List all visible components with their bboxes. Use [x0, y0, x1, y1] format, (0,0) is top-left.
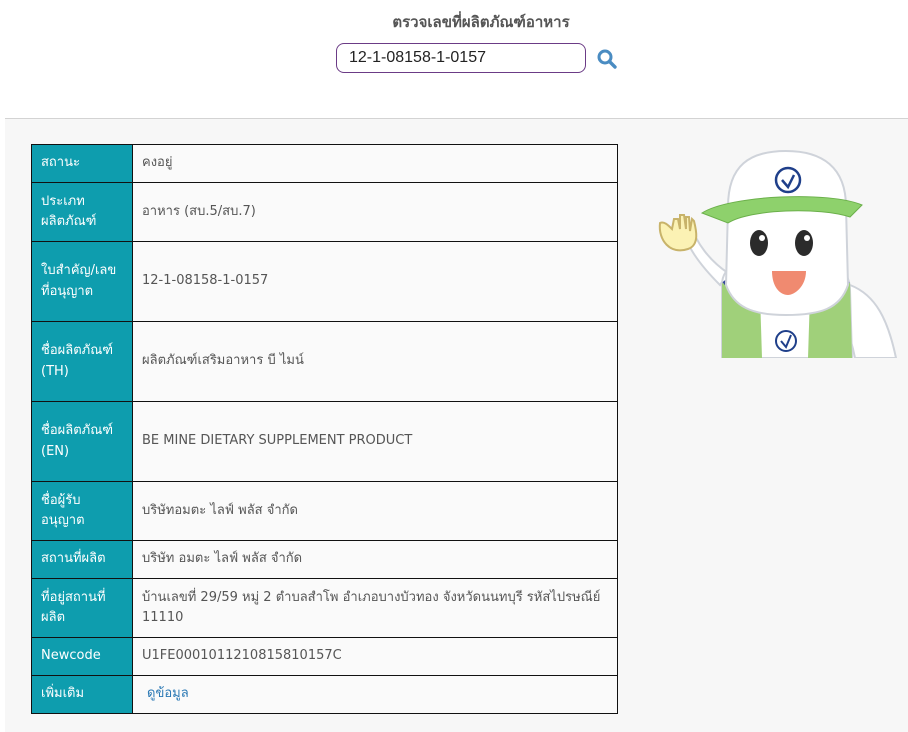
row-label-licensee: ชื่อผู้รับอนุญาต [31, 481, 133, 541]
product-info-table: สถานะ คงอยู่ ประเภทผลิตภัณฑ์ อาหาร (สบ.5… [31, 144, 618, 714]
search-icon[interactable] [595, 48, 619, 70]
row-value-address: บ้านเลขที่ 29/59 หมู่ 2 ตำบลสำโพ อำเภอบา… [132, 578, 618, 638]
row-value-manufacturer: บริษัท อมตะ ไลฟ์ พลัส จำกัด [132, 540, 618, 579]
row-label-name-en: ชื่อผลิตภัณฑ์ (EN) [31, 401, 133, 482]
row-value-type: อาหาร (สบ.5/สบ.7) [132, 182, 618, 242]
search-input[interactable] [336, 43, 586, 73]
table-row: Newcode U1FE0001011210815810157C [31, 637, 618, 676]
table-row: สถานะ คงอยู่ [31, 144, 618, 183]
row-value-newcode: U1FE0001011210815810157C [132, 637, 618, 676]
row-label-name-th: ชื่อผลิตภัณฑ์ (TH) [31, 321, 133, 402]
row-label-type: ประเภทผลิตภัณฑ์ [31, 182, 133, 242]
row-label-manufacturer: สถานที่ผลิต [31, 540, 133, 579]
table-row: ประเภทผลิตภัณฑ์ อาหาร (สบ.5/สบ.7) [31, 182, 618, 242]
table-row: ที่อยู่สถานที่ผลิต บ้านเลขที่ 29/59 หมู่… [31, 578, 618, 638]
row-value-more: ดูข้อมูล [132, 675, 618, 714]
row-value-license: 12-1-08158-1-0157 [132, 241, 618, 322]
page-title: ตรวจเลขที่ผลิตภัณฑ์อาหาร [392, 13, 570, 31]
table-row: ใบสำคัญ/เลขที่อนุญาต 12-1-08158-1-0157 [31, 241, 618, 322]
row-label-more: เพิ่มเติม [31, 675, 133, 714]
table-row: ชื่อผลิตภัณฑ์ (EN) BE MINE DIETARY SUPPL… [31, 401, 618, 482]
table-row: ชื่อผลิตภัณฑ์ (TH) ผลิตภัณฑ์เสริมอาหาร บ… [31, 321, 618, 402]
row-label-address: ที่อยู่สถานที่ผลิต [31, 578, 133, 638]
row-label-newcode: Newcode [31, 637, 133, 676]
row-label-license: ใบสำคัญ/เลขที่อนุญาต [31, 241, 133, 322]
table-row: เพิ่มเติม ดูข้อมูล [31, 675, 618, 714]
table-row: ชื่อผู้รับอนุญาต บริษัทอมตะ ไลฟ์ พลัส จำ… [31, 481, 618, 541]
row-value-licensee: บริษัทอมตะ ไลฟ์ พลัส จำกัด [132, 481, 618, 541]
row-value-name-en: BE MINE DIETARY SUPPLEMENT PRODUCT [132, 401, 618, 482]
row-value-status: คงอยู่ [132, 144, 618, 183]
table-row: สถานที่ผลิต บริษัท อมตะ ไลฟ์ พลัส จำกัด [31, 540, 618, 579]
row-value-name-th: ผลิตภัณฑ์เสริมอาหาร บี ไมน์ [132, 321, 618, 402]
page: ตรวจเลขที่ผลิตภัณฑ์อาหาร สถานะ คงอยู่ ปร… [0, 0, 908, 732]
row-label-status: สถานะ [31, 144, 133, 183]
more-info-link[interactable]: ดูข้อมูล [142, 686, 189, 701]
mascot-image [658, 149, 898, 358]
